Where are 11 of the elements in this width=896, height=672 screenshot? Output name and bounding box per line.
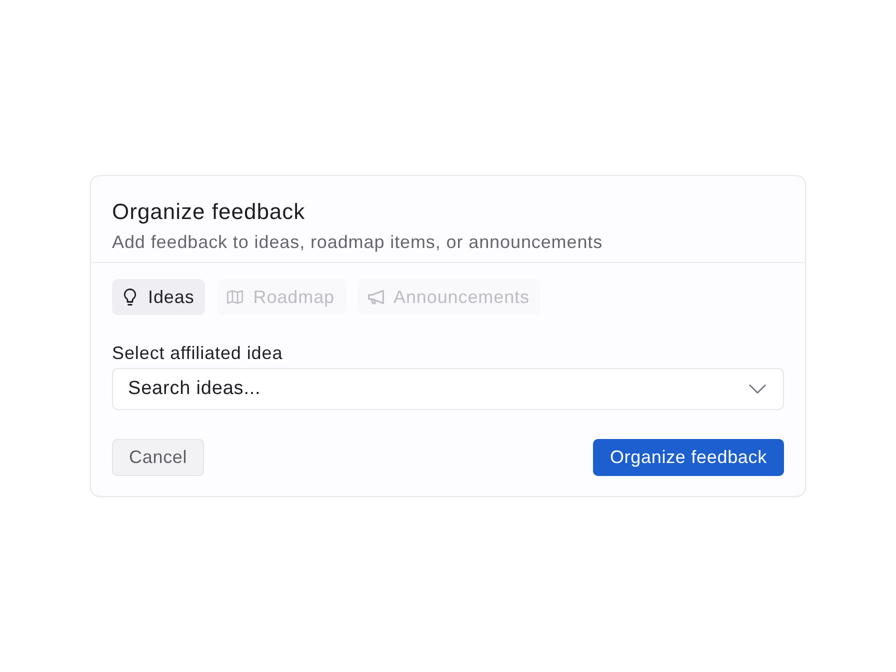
dialog-title: Organize feedback [112,200,306,224]
chevron-down-icon [749,384,766,394]
submit-button[interactable]: Organize feedback [592,439,784,476]
lightbulb-icon [122,288,138,306]
cancel-button[interactable]: Cancel [112,439,204,476]
search-field[interactable]: Search ideas... [112,368,784,410]
field-label: Select affiliated idea [112,343,284,363]
dialog-subtitle: Add feedback to ideas, roadmap items, or announcements [112,232,604,252]
tab[interactable]: Ideas [112,279,206,315]
map-icon [227,288,244,306]
megaphone-icon [368,288,384,306]
